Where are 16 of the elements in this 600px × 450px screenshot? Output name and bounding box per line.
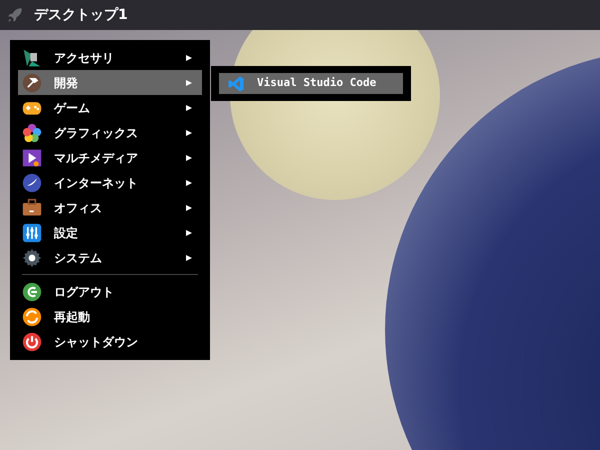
refresh-icon xyxy=(22,306,42,326)
color-petals-icon xyxy=(22,122,42,142)
globe-icon xyxy=(22,172,42,192)
code-editor-icon xyxy=(227,74,245,92)
menu-item[interactable]: 開発 xyxy=(18,70,202,95)
logout-icon xyxy=(22,282,42,302)
rocket-icon[interactable] xyxy=(6,6,24,24)
accessories-icon xyxy=(22,48,42,68)
sliders-icon xyxy=(22,222,42,242)
media-icon xyxy=(22,148,42,168)
power-icon xyxy=(22,332,42,352)
menu-item[interactable]: Visual Studio Code xyxy=(219,73,403,94)
desktop-title: デスクトップ1 xyxy=(34,6,128,24)
briefcase-icon xyxy=(22,198,42,218)
hammer-icon xyxy=(22,72,42,92)
gear-icon xyxy=(22,248,42,268)
